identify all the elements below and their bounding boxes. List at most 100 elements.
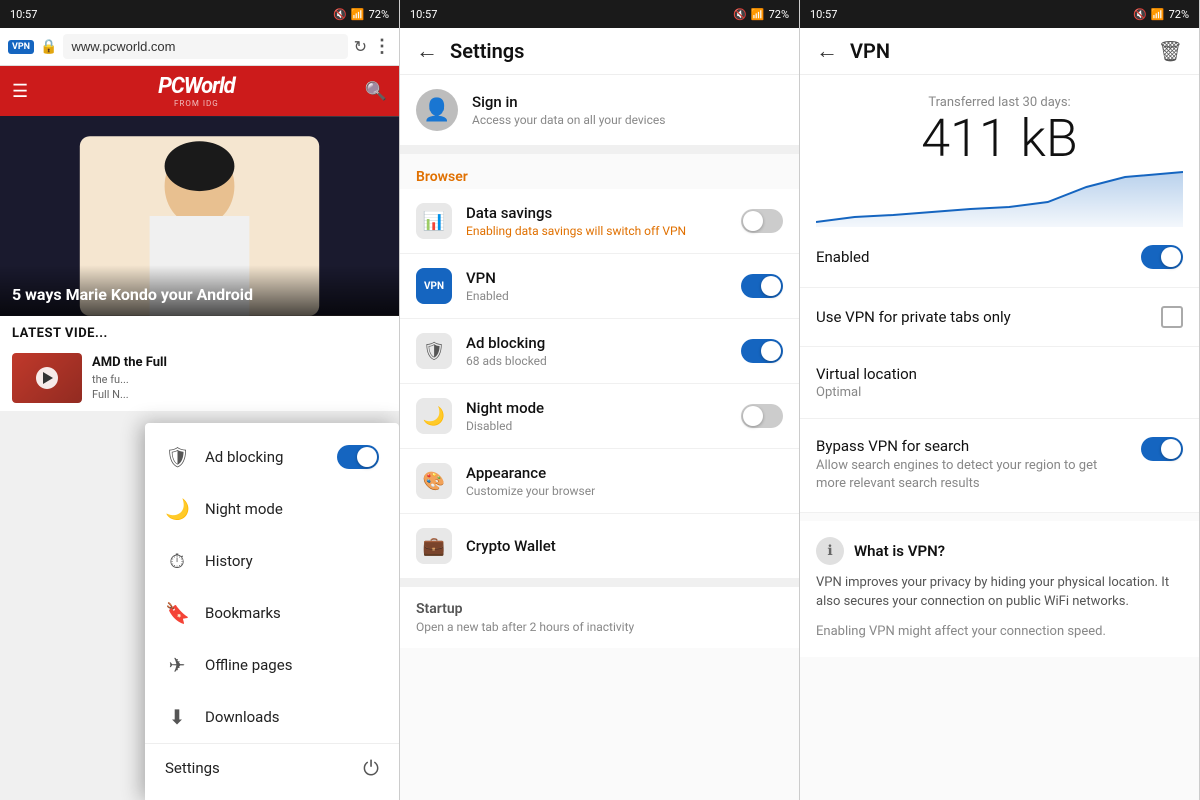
status-icons-2: 🔇 📶 72% [733,8,789,21]
vpn-enabled-row[interactable]: Enabled [800,227,1199,288]
time-3: 10:57 [810,8,837,21]
silent-icon-3: 🔇 [1133,8,1147,21]
video-thumb-row: AMD the Full the fu... Full N... [0,345,399,411]
vpn-virtual-location-text: Virtual location Optimal [816,365,1183,400]
night-mode-label: Night mode [205,500,379,518]
bookmarks-icon: 🔖 [165,601,189,625]
ad-blocking-settings-subtitle: 68 ads blocked [466,354,727,368]
night-mode-settings-toggle[interactable] [741,404,783,428]
menu-item-ad-blocking[interactable]: 🛡 Ad blocking [145,431,399,483]
vpn-item[interactable]: VPN VPN Enabled [400,254,799,319]
vpn-info-section: ℹ What is VPN? VPN improves your privacy… [800,521,1199,658]
startup-section: Startup Open a new tab after 2 hours of … [400,587,799,648]
private-tabs-checkbox[interactable] [1161,306,1183,328]
crypto-wallet-title: Crypto Wallet [466,537,783,555]
vpn-settings-text: VPN Enabled [466,269,727,303]
vpn-info-text: VPN improves your privacy by hiding your… [816,573,1183,612]
status-bar-3: 10:57 🔇 📶 72% [800,0,1199,28]
vpn-virtual-location-row[interactable]: Virtual location Optimal [800,347,1199,419]
vpn-private-tabs-row[interactable]: Use VPN for private tabs only [800,288,1199,347]
bookmarks-label: Bookmarks [205,604,379,622]
data-savings-item[interactable]: 📊 Data savings Enabling data savings wil… [400,189,799,254]
vpn-info-title: What is VPN? [854,542,945,560]
silent-icon-2: 🔇 [733,8,747,21]
article-overlay: 5 ways Marie Kondo your Android [0,265,399,316]
menu-item-history[interactable]: ⏱ History [145,535,399,587]
vpn-badge[interactable]: VPN [8,40,34,54]
play-button[interactable] [36,367,58,389]
browser-section: Browser [400,154,799,189]
url-input[interactable] [63,34,347,59]
appearance-text: Appearance Customize your browser [466,464,783,498]
battery-3: 72% [1169,8,1189,21]
vpn-private-tabs-label: Use VPN for private tabs only [816,308,1011,326]
settings-back-button[interactable]: ← [416,38,438,64]
crypto-wallet-icon: 💼 [416,528,452,564]
data-amount: 411 kB [816,110,1183,167]
downloads-label: Downloads [205,708,379,726]
history-label: History [205,552,379,570]
power-icon[interactable]: ⏻ [363,756,379,780]
refresh-button[interactable]: ↻ [354,37,367,56]
data-savings-subtitle: Enabling data savings will switch off VP… [466,224,727,238]
vpn-bypass-label: Bypass VPN for search [816,437,1129,455]
browser-panel: 10:57 🔇 📶 72% VPN 🔒 ↻ ⋮ ☰ PCWorld FROM I… [0,0,400,800]
trash-icon[interactable]: 🗑 [1158,39,1183,63]
vpn-toolbar-left: ← VPN [816,38,890,64]
settings-menu-label[interactable]: Settings [165,759,220,777]
video-subtitle: the fu... [92,372,167,387]
crypto-wallet-text: Crypto Wallet [466,537,783,555]
ad-blocking-settings-thumb [761,341,781,361]
time-2: 10:57 [410,8,437,21]
night-mode-settings-subtitle: Disabled [466,419,727,433]
night-mode-settings-item[interactable]: 🌙 Night mode Disabled [400,384,799,449]
vpn-bypass-toggle[interactable] [1141,437,1183,461]
vpn-enabled-toggle[interactable] [1141,245,1183,269]
sign-in-item[interactable]: 👤 Sign in Access your data on all your d… [400,75,799,146]
vpn-back-button[interactable]: ← [816,38,838,64]
vpn-toolbar: ← VPN 🗑 [800,28,1199,75]
hamburger-menu-icon[interactable]: ☰ [12,81,28,102]
night-mode-settings-icon: 🌙 [416,398,452,434]
info-icon: ℹ [816,537,844,565]
menu-item-night-mode[interactable]: 🌙 Night mode [145,483,399,535]
pcworld-header: ☰ PCWorld FROM IDG 🔍 [0,66,399,116]
vpn-bypass-row[interactable]: Bypass VPN for search Allow search engin… [800,419,1199,512]
video-thumbnail[interactable] [12,353,82,403]
offline-pages-label: Offline pages [205,656,379,674]
status-icons-3: 🔇 📶 72% [1133,8,1189,21]
vpn-info-header: ℹ What is VPN? [816,537,1183,565]
lock-icon: 🔒 [40,39,57,55]
more-menu-button[interactable]: ⋮ [373,36,391,57]
crypto-wallet-item[interactable]: 💼 Crypto Wallet [400,514,799,579]
section-divider-1 [400,146,799,154]
vpn-chart-area: Transferred last 30 days: 411 kB [800,75,1199,227]
ad-blocking-settings-item[interactable]: 🛡 Ad blocking 68 ads blocked [400,319,799,384]
sign-in-title: Sign in [472,93,783,111]
vpn-thumb [761,276,781,296]
vpn-toggle[interactable] [741,274,783,298]
search-icon[interactable]: 🔍 [365,81,387,102]
data-savings-icon: 📊 [416,203,452,239]
video-info: AMD the Full the fu... Full N... [92,354,167,403]
vpn-enabled-thumb [1161,247,1181,267]
offline-pages-icon: ✈ [165,653,189,677]
ad-blocking-toggle[interactable] [337,445,379,469]
article-title: 5 ways Marie Kondo your Android [12,285,387,306]
menu-item-bookmarks[interactable]: 🔖 Bookmarks [145,587,399,639]
vpn-settings-title: VPN [466,269,727,287]
menu-item-downloads[interactable]: ⬇ Downloads [145,691,399,743]
vpn-bypass-text: Bypass VPN for search Allow search engin… [816,437,1129,493]
vpn-bypass-description: Allow search engines to detect your regi… [816,457,1129,493]
wifi-icon-2: 📶 [751,8,765,21]
ad-blocking-thumb [357,447,377,467]
ad-blocking-settings-toggle[interactable] [741,339,783,363]
menu-item-offline-pages[interactable]: ✈ Offline pages [145,639,399,691]
ad-blocking-settings-text: Ad blocking 68 ads blocked [466,334,727,368]
settings-title: Settings [450,39,524,63]
appearance-item[interactable]: 🎨 Appearance Customize your browser [400,449,799,514]
battery-icon: 72% [369,8,389,21]
sign-in-subtitle: Access your data on all your devices [472,113,783,127]
data-savings-text: Data savings Enabling data savings will … [466,204,727,238]
data-savings-toggle[interactable] [741,209,783,233]
